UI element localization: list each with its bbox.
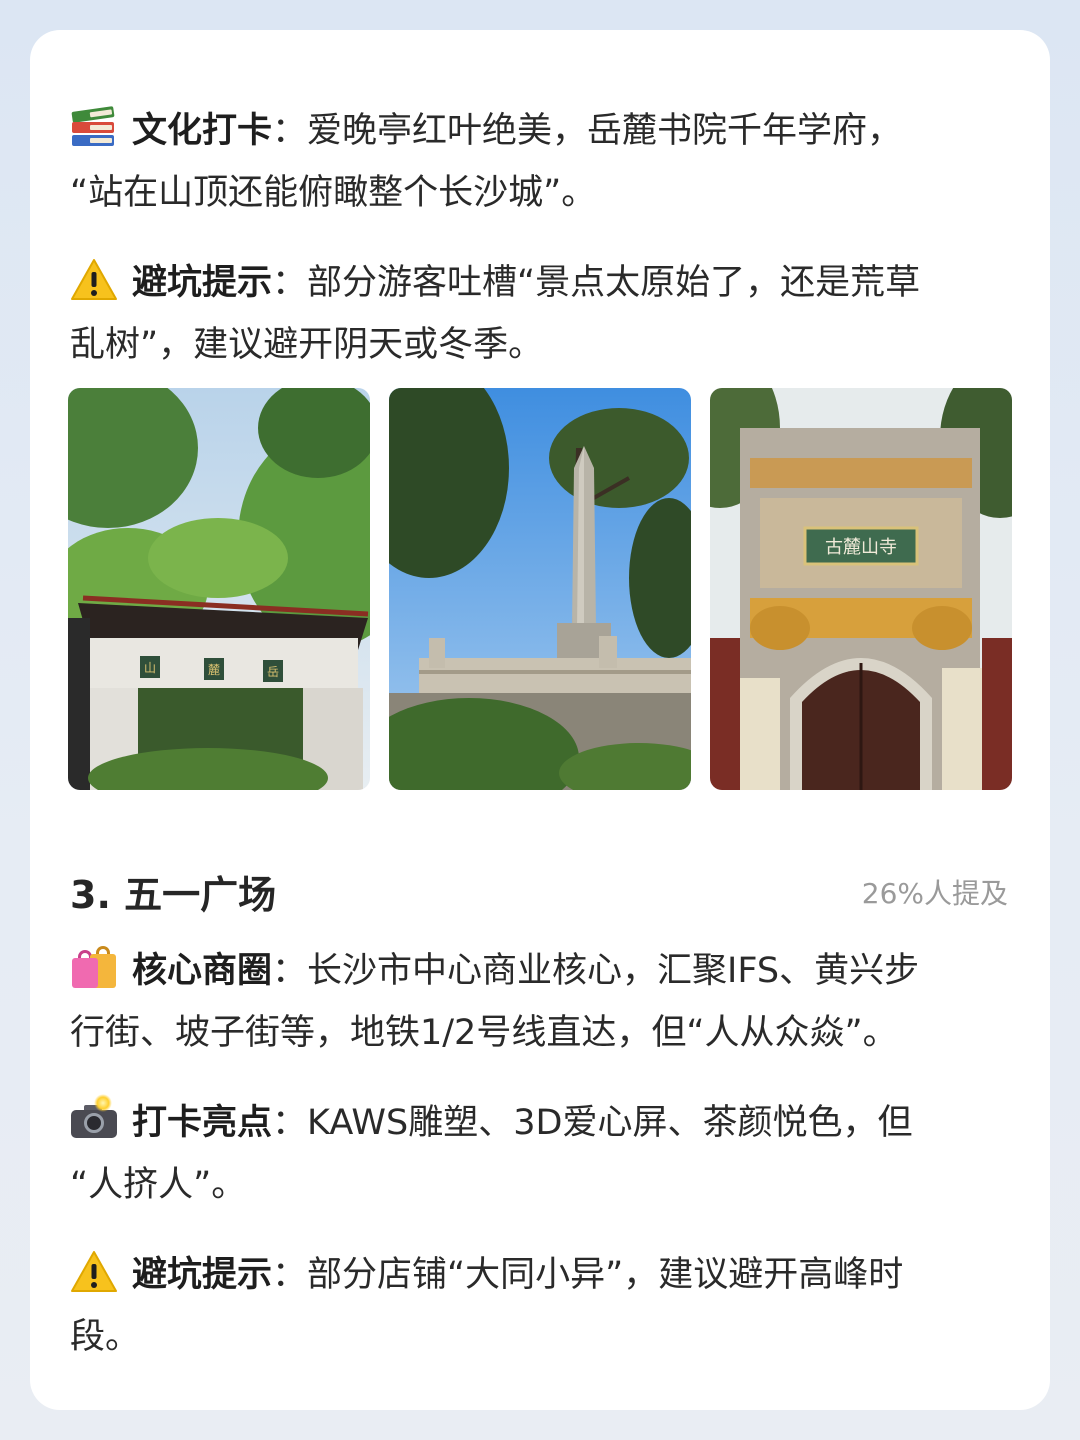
section-title: 3. 五一广场	[70, 873, 277, 917]
tip1-label: 避坑提示	[132, 263, 273, 303]
gate-photo[interactable]: 山 麓 岳	[68, 388, 370, 790]
core-text-1: 长沙市中心商业核心，汇聚IFS、黄兴步	[307, 951, 920, 991]
photo-grid: 山 麓 岳 古麓山寺	[68, 388, 1012, 790]
core-label: 核心商圈	[132, 951, 273, 991]
tip2-text-2: 段。	[70, 1317, 141, 1357]
highlight-text-1: KAWS雕塑、3D爱心屏、茶颜悦色，但	[307, 1103, 913, 1143]
tip2-label: 避坑提示	[132, 1255, 273, 1295]
mention-count: 26%人提及	[861, 877, 1008, 910]
core-paragraph: 核心商圈：长沙市中心商业核心，汇聚IFS、黄兴步 行街、坡子街等，地铁1/2号线…	[70, 940, 1010, 1064]
culture-paragraph: 文化打卡：爱晚亭红叶绝美，岳麓书院千年学府， “站在山顶还能俯瞰整个长沙城”。	[70, 100, 1010, 224]
gate-sign-char: 麓	[208, 663, 220, 677]
tip1-paragraph: 避坑提示：部分游客吐槽“景点太原始了，还是荒草 乱树”，建议避开阴天或冬季。	[70, 252, 1010, 376]
highlight-paragraph: 打卡亮点：KAWS雕塑、3D爱心屏、茶颜悦色，但 “人挤人”。	[70, 1092, 1010, 1216]
culture-text-1: 爱晚亭红叶绝美，岳麓书院千年学府，	[307, 111, 903, 151]
shopping-bags-icon	[70, 946, 120, 988]
temple-plaque-text: 古麓山寺	[825, 537, 897, 558]
monument-photo[interactable]	[389, 388, 691, 790]
camera-flash-icon	[70, 1094, 120, 1140]
tip1-text-1: 部分游客吐槽“景点太原始了，还是荒草	[307, 263, 921, 303]
temple-photo[interactable]: 古麓山寺	[710, 388, 1012, 790]
tip2-text-1: 部分店铺“大同小异”，建议避开高峰时	[307, 1255, 904, 1295]
culture-text-2: “站在山顶还能俯瞰整个长沙城”。	[70, 173, 597, 213]
core-text-2: 行街、坡子街等，地铁1/2号线直达，但“人从众焱”。	[70, 1013, 898, 1053]
warning-icon	[70, 258, 120, 300]
books-icon	[70, 106, 120, 148]
gate-sign-char: 山	[144, 661, 156, 675]
culture-label: 文化打卡	[132, 111, 273, 151]
content-card: 文化打卡：爱晚亭红叶绝美，岳麓书院千年学府， “站在山顶还能俯瞰整个长沙城”。 …	[30, 30, 1050, 1410]
gate-sign-char: 岳	[267, 665, 279, 679]
tip2-paragraph: 避坑提示：部分店铺“大同小异”，建议避开高峰时 段。	[70, 1244, 1010, 1368]
tip1-text-2: 乱树”，建议避开阴天或冬季。	[70, 325, 544, 365]
highlight-label: 打卡亮点	[132, 1103, 273, 1143]
highlight-text-2: “人挤人”。	[70, 1165, 247, 1205]
warning-icon	[70, 1250, 120, 1292]
